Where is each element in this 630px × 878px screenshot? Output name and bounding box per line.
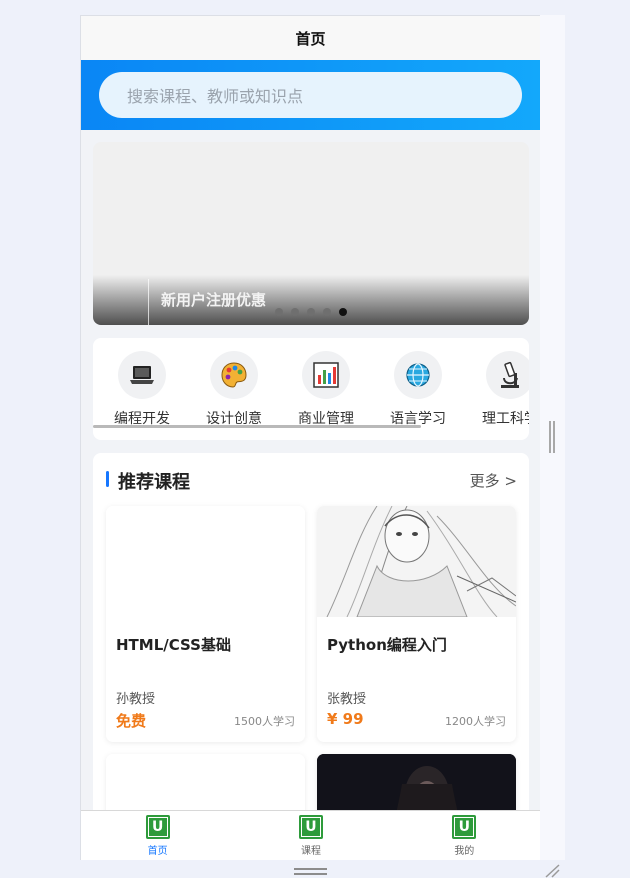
globe-icon	[406, 363, 430, 387]
banner-carousel[interactable]: 新用户注册优惠	[93, 142, 529, 325]
laptop-icon	[130, 366, 154, 384]
tab-courses[interactable]: U 课程	[234, 811, 387, 860]
category-icon-wrap	[394, 351, 442, 399]
search-placeholder: 搜索课程、教师或知识点	[127, 87, 304, 106]
tab-profile[interactable]: U 我的	[388, 811, 540, 860]
tab-label: 课程	[300, 846, 321, 857]
carousel-dot-4[interactable]	[323, 308, 331, 316]
tab-label: 我的	[454, 846, 475, 857]
tab-home-icon: U	[145, 815, 170, 839]
course-price: ¥ 99	[327, 710, 364, 728]
more-link[interactable]: 更多 >	[470, 470, 517, 491]
course-teacher: 张教授	[327, 692, 367, 707]
tab-home[interactable]: U 首页	[81, 811, 234, 860]
carousel-dot-3[interactable]	[307, 308, 315, 316]
tab-bar: U 首页 U 课程 U 我的	[81, 810, 540, 860]
nav-header: 首页	[81, 16, 540, 60]
page-title: 首页	[295, 29, 326, 48]
course-card[interactable]: Python编程入门 张教授 ¥ 99 1200人学习	[317, 506, 516, 742]
carousel-dot-5[interactable]	[339, 308, 347, 316]
bottom-grip-line-1[interactable]	[294, 868, 327, 870]
category-label: 理工科学	[482, 411, 529, 427]
course-teacher: 孙教授	[116, 692, 156, 707]
carousel-dot-2[interactable]	[291, 308, 299, 316]
course-card[interactable]: HTML/CSS基础 孙教授 免费 1500人学习	[106, 506, 305, 742]
category-item-design[interactable]: 设计创意	[194, 351, 274, 428]
category-icon-wrap	[302, 351, 350, 399]
search-input[interactable]: 搜索课程、教师或知识点	[99, 72, 522, 118]
resize-handle[interactable]	[549, 421, 555, 453]
carousel-dots	[275, 308, 347, 316]
category-scroll-indicator	[93, 425, 421, 428]
tab-courses-icon: U	[298, 815, 323, 839]
search-area: 搜索课程、教师或知识点	[81, 60, 540, 130]
tab-profile-icon: U	[452, 815, 477, 839]
palette-icon	[221, 362, 247, 388]
banner-gradient	[93, 275, 529, 325]
category-icon-wrap	[210, 351, 258, 399]
course-learners: 1200人学习	[445, 715, 506, 728]
banner-title: 新用户注册优惠	[161, 291, 267, 309]
microscope-icon	[501, 361, 519, 388]
course-name: HTML/CSS基础	[116, 636, 231, 654]
course-price: 免费	[116, 712, 147, 730]
course-thumbnail	[106, 506, 305, 617]
category-strip[interactable]: 编程开发 设计创意 商业管理 语言学习 理工科	[93, 338, 529, 440]
course-learners: 1500人学习	[234, 715, 295, 728]
tab-label: 首页	[147, 846, 168, 857]
course-name: Python编程入门	[327, 636, 447, 654]
bar-chart-icon	[313, 362, 339, 388]
bottom-grip-line-2[interactable]	[294, 873, 327, 875]
category-icon-wrap	[118, 351, 166, 399]
category-item-programming[interactable]: 编程开发	[102, 351, 182, 428]
category-item-business[interactable]: 商业管理	[286, 351, 366, 428]
section-accent-bar	[106, 471, 109, 487]
resize-corner-icon[interactable]	[544, 864, 560, 878]
course-thumbnail	[317, 506, 516, 617]
category-item-science[interactable]: 理工科学	[470, 351, 529, 428]
course-thumbnail-sketch	[317, 506, 516, 617]
carousel-dot-1[interactable]	[275, 308, 283, 316]
banner-divider	[148, 279, 149, 325]
recommend-section: 推荐课程 更多 > HTML/CSS基础 孙教授 免费 1500人学习 Pyth…	[93, 453, 529, 860]
category-icon-wrap	[486, 351, 529, 399]
category-item-language[interactable]: 语言学习	[378, 351, 458, 428]
app-screen: 首页 搜索课程、教师或知识点 新用户注册优惠 编程开发 设计创意 商业管理 语言…	[80, 15, 540, 860]
section-title: 推荐课程	[118, 472, 190, 493]
